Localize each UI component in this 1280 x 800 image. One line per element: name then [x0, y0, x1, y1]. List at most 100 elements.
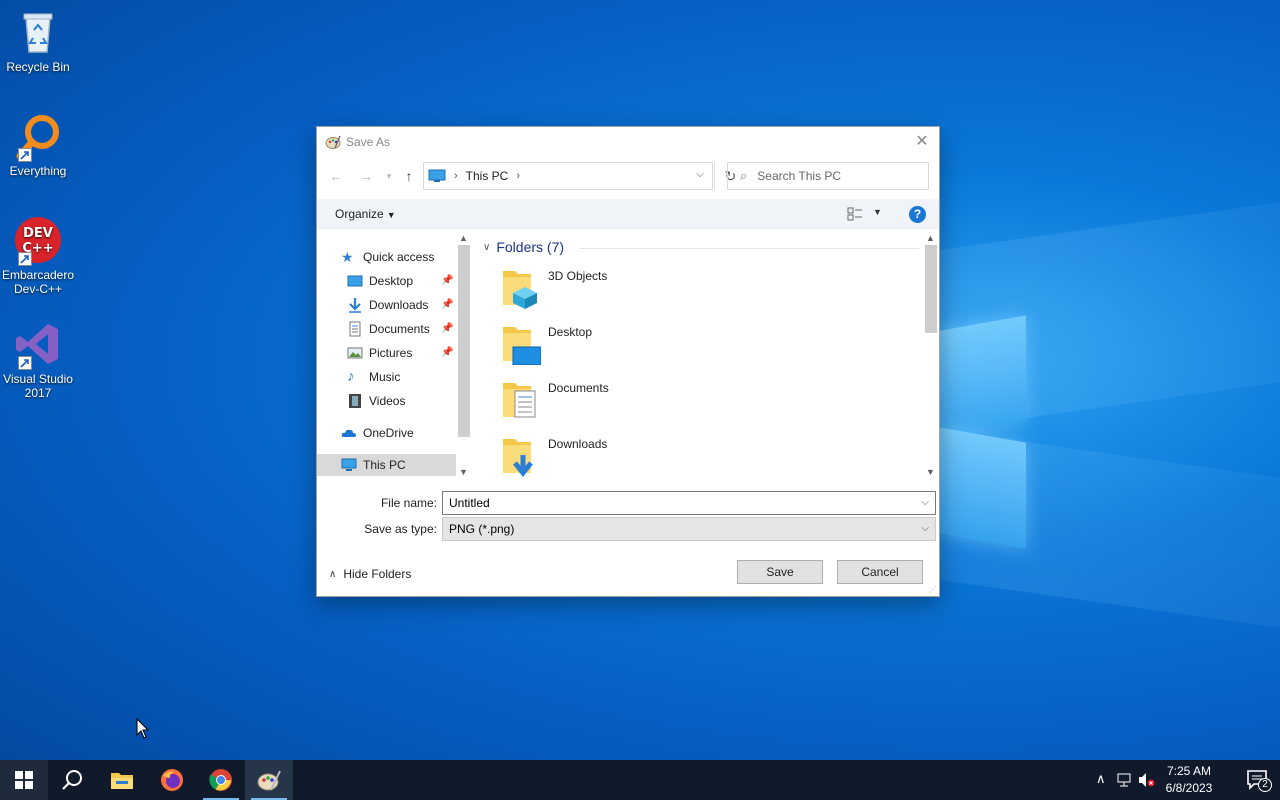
group-header-label: Folders (7) [496, 239, 565, 255]
nav-item-this-pc[interactable]: This PC [317, 454, 456, 476]
breadcrumb-separator-icon[interactable]: › [516, 170, 520, 182]
desktop-icon-recycle-bin[interactable]: Recycle Bin [0, 8, 76, 74]
organize-button[interactable]: Organize ▼ [335, 207, 396, 221]
nav-item-label: Documents [369, 322, 430, 336]
show-hidden-icons-chevron-icon[interactable]: ∧ [1096, 771, 1106, 787]
desktop-icon-devcpp[interactable]: DEV C++ Embarcadero Dev-C++ [0, 216, 76, 296]
pictures-icon [347, 347, 363, 359]
taskbar-firefox[interactable] [148, 760, 196, 800]
back-arrow-icon[interactable]: ← [327, 167, 345, 185]
folder-item-desktop[interactable]: Desktop [501, 319, 801, 369]
action-center-button[interactable]: 2 [1246, 768, 1272, 792]
network-icon[interactable] [1116, 772, 1134, 788]
file-name-label: File name: [380, 496, 437, 510]
folder-item-documents[interactable]: Documents [501, 375, 801, 425]
music-note-icon: ♪ [347, 368, 355, 385]
nav-item-videos[interactable]: Videos [347, 390, 457, 412]
folder-item-3d-objects[interactable]: 3D Objects [501, 263, 801, 313]
title-bar[interactable]: Save As ✕ [317, 127, 939, 157]
taskbar-search-button[interactable] [48, 760, 96, 800]
file-name-input[interactable]: Untitled ⌵ [442, 491, 936, 515]
save-as-type-label: Save as type: [364, 522, 437, 536]
folder-item-downloads[interactable]: Downloads [501, 431, 801, 481]
svg-text:DEV: DEV [23, 226, 53, 241]
forward-arrow-icon[interactable]: → [357, 167, 375, 185]
save-as-dialog: Save As ✕ ← → ▾ ↑ › This PC › ⌵ ↻ ⌕ Sear… [316, 126, 940, 597]
taskbar-file-explorer[interactable] [98, 760, 146, 800]
save-as-type-select[interactable]: PNG (*.png) ⌵ [442, 517, 936, 541]
pin-icon: 📌 [441, 299, 454, 310]
scroll-down-arrow-icon[interactable]: ▼ [459, 467, 468, 477]
folder-name: Downloads [548, 437, 608, 451]
address-dropdown-chevron-icon[interactable]: ⌵ [696, 169, 704, 180]
hide-folders-button[interactable]: ∧ Hide Folders [329, 567, 411, 581]
breadcrumb-this-pc[interactable]: This PC [466, 169, 509, 183]
nav-item-onedrive[interactable]: OneDrive [341, 422, 457, 444]
address-bar[interactable]: › This PC › ⌵ ↻ [423, 162, 736, 190]
nav-item-pictures[interactable]: Pictures 📌 [347, 342, 457, 364]
file-name-dropdown-chevron-icon[interactable]: ⌵ [921, 497, 929, 508]
taskbar-clock[interactable]: 7:25 AM 6/8/2023 [1158, 763, 1220, 797]
taskbar-paint[interactable] [245, 760, 293, 800]
save-as-type-dropdown-chevron-icon[interactable]: ⌵ [921, 523, 929, 534]
content-scrollbar[interactable]: ▲ ▼ [923, 231, 939, 481]
desktop-folder-icon [503, 327, 541, 365]
cancel-button[interactable]: Cancel [837, 560, 923, 584]
file-explorer-icon [111, 773, 133, 789]
folders-group-header[interactable]: ∨ Folders (7) [483, 239, 564, 255]
view-options-icon [847, 207, 862, 221]
desktop-icon-visual-studio[interactable]: Visual Studio 2017 [0, 320, 76, 400]
paint-app-icon [325, 135, 341, 149]
navigation-pane-scrollbar[interactable]: ▲ ▼ [456, 231, 471, 481]
folder-content-pane: ∨ Folders (7) 3D Objects Desktop Documen… [475, 231, 941, 481]
scroll-up-arrow-icon[interactable]: ▲ [459, 233, 468, 243]
scroll-down-arrow-icon[interactable]: ▼ [926, 467, 935, 477]
recent-locations-chevron-icon[interactable]: ▾ [380, 167, 398, 185]
change-view-button[interactable]: ▼ [847, 206, 887, 224]
nav-item-label: Pictures [369, 346, 413, 360]
nav-item-downloads[interactable]: Downloads 📌 [347, 294, 457, 316]
this-pc-icon [428, 169, 446, 182]
nav-item-label: Desktop [369, 274, 414, 288]
onedrive-cloud-icon [341, 429, 356, 437]
save-button[interactable]: Save [737, 560, 823, 584]
close-icon[interactable]: ✕ [913, 133, 931, 151]
collapse-chevron-icon: ∨ [483, 241, 491, 253]
taskbar: ∧ 7:25 AM 6/8/2023 2 [0, 760, 1280, 800]
nav-item-documents[interactable]: Documents 📌 [347, 318, 457, 340]
nav-item-desktop[interactable]: Desktop 📌 [347, 270, 457, 292]
firefox-icon [161, 769, 183, 791]
desktop-icon-everything[interactable]: Everything [0, 112, 76, 178]
resize-grip-icon[interactable]: ⋰ [929, 586, 937, 594]
chevron-up-icon: ∧ [329, 568, 337, 580]
start-button[interactable] [0, 760, 48, 800]
shortcut-arrow-icon [18, 148, 32, 162]
documents-folder-icon [503, 383, 536, 418]
nav-item-music[interactable]: ♪ Music [347, 366, 457, 388]
clock-date: 6/8/2023 [1165, 781, 1213, 795]
this-pc-icon [341, 458, 357, 471]
scrollbar-thumb[interactable] [925, 245, 937, 333]
3d-objects-folder-icon [503, 271, 537, 309]
folder-name: 3D Objects [548, 269, 608, 283]
shortcut-arrow-icon [18, 252, 32, 266]
desktop-icon-label: Everything [9, 164, 67, 178]
taskbar-chrome[interactable] [197, 760, 245, 800]
search-box[interactable]: ⌕ Search This PC [727, 162, 929, 190]
videos-icon [349, 394, 361, 408]
nav-item-label: Videos [369, 394, 406, 408]
up-arrow-icon[interactable]: ↑ [400, 167, 418, 185]
scroll-up-arrow-icon[interactable]: ▲ [926, 233, 935, 243]
navigation-bar: ← → ▾ ↑ › This PC › ⌵ ↻ ⌕ Search This PC [317, 161, 939, 191]
everything-search-icon [14, 112, 62, 162]
mouse-cursor-icon [136, 718, 150, 739]
recycle-bin-icon [14, 8, 62, 56]
file-name-value: Untitled [449, 496, 490, 510]
help-icon[interactable]: ? [909, 206, 926, 223]
search-placeholder: Search This PC [757, 169, 842, 183]
organize-label: Organize [335, 207, 384, 221]
search-icon: ⌕ [740, 168, 748, 183]
volume-muted-icon[interactable] [1138, 772, 1156, 788]
nav-item-quick-access[interactable]: ★ Quick access [341, 246, 457, 268]
scrollbar-thumb[interactable] [458, 245, 470, 437]
